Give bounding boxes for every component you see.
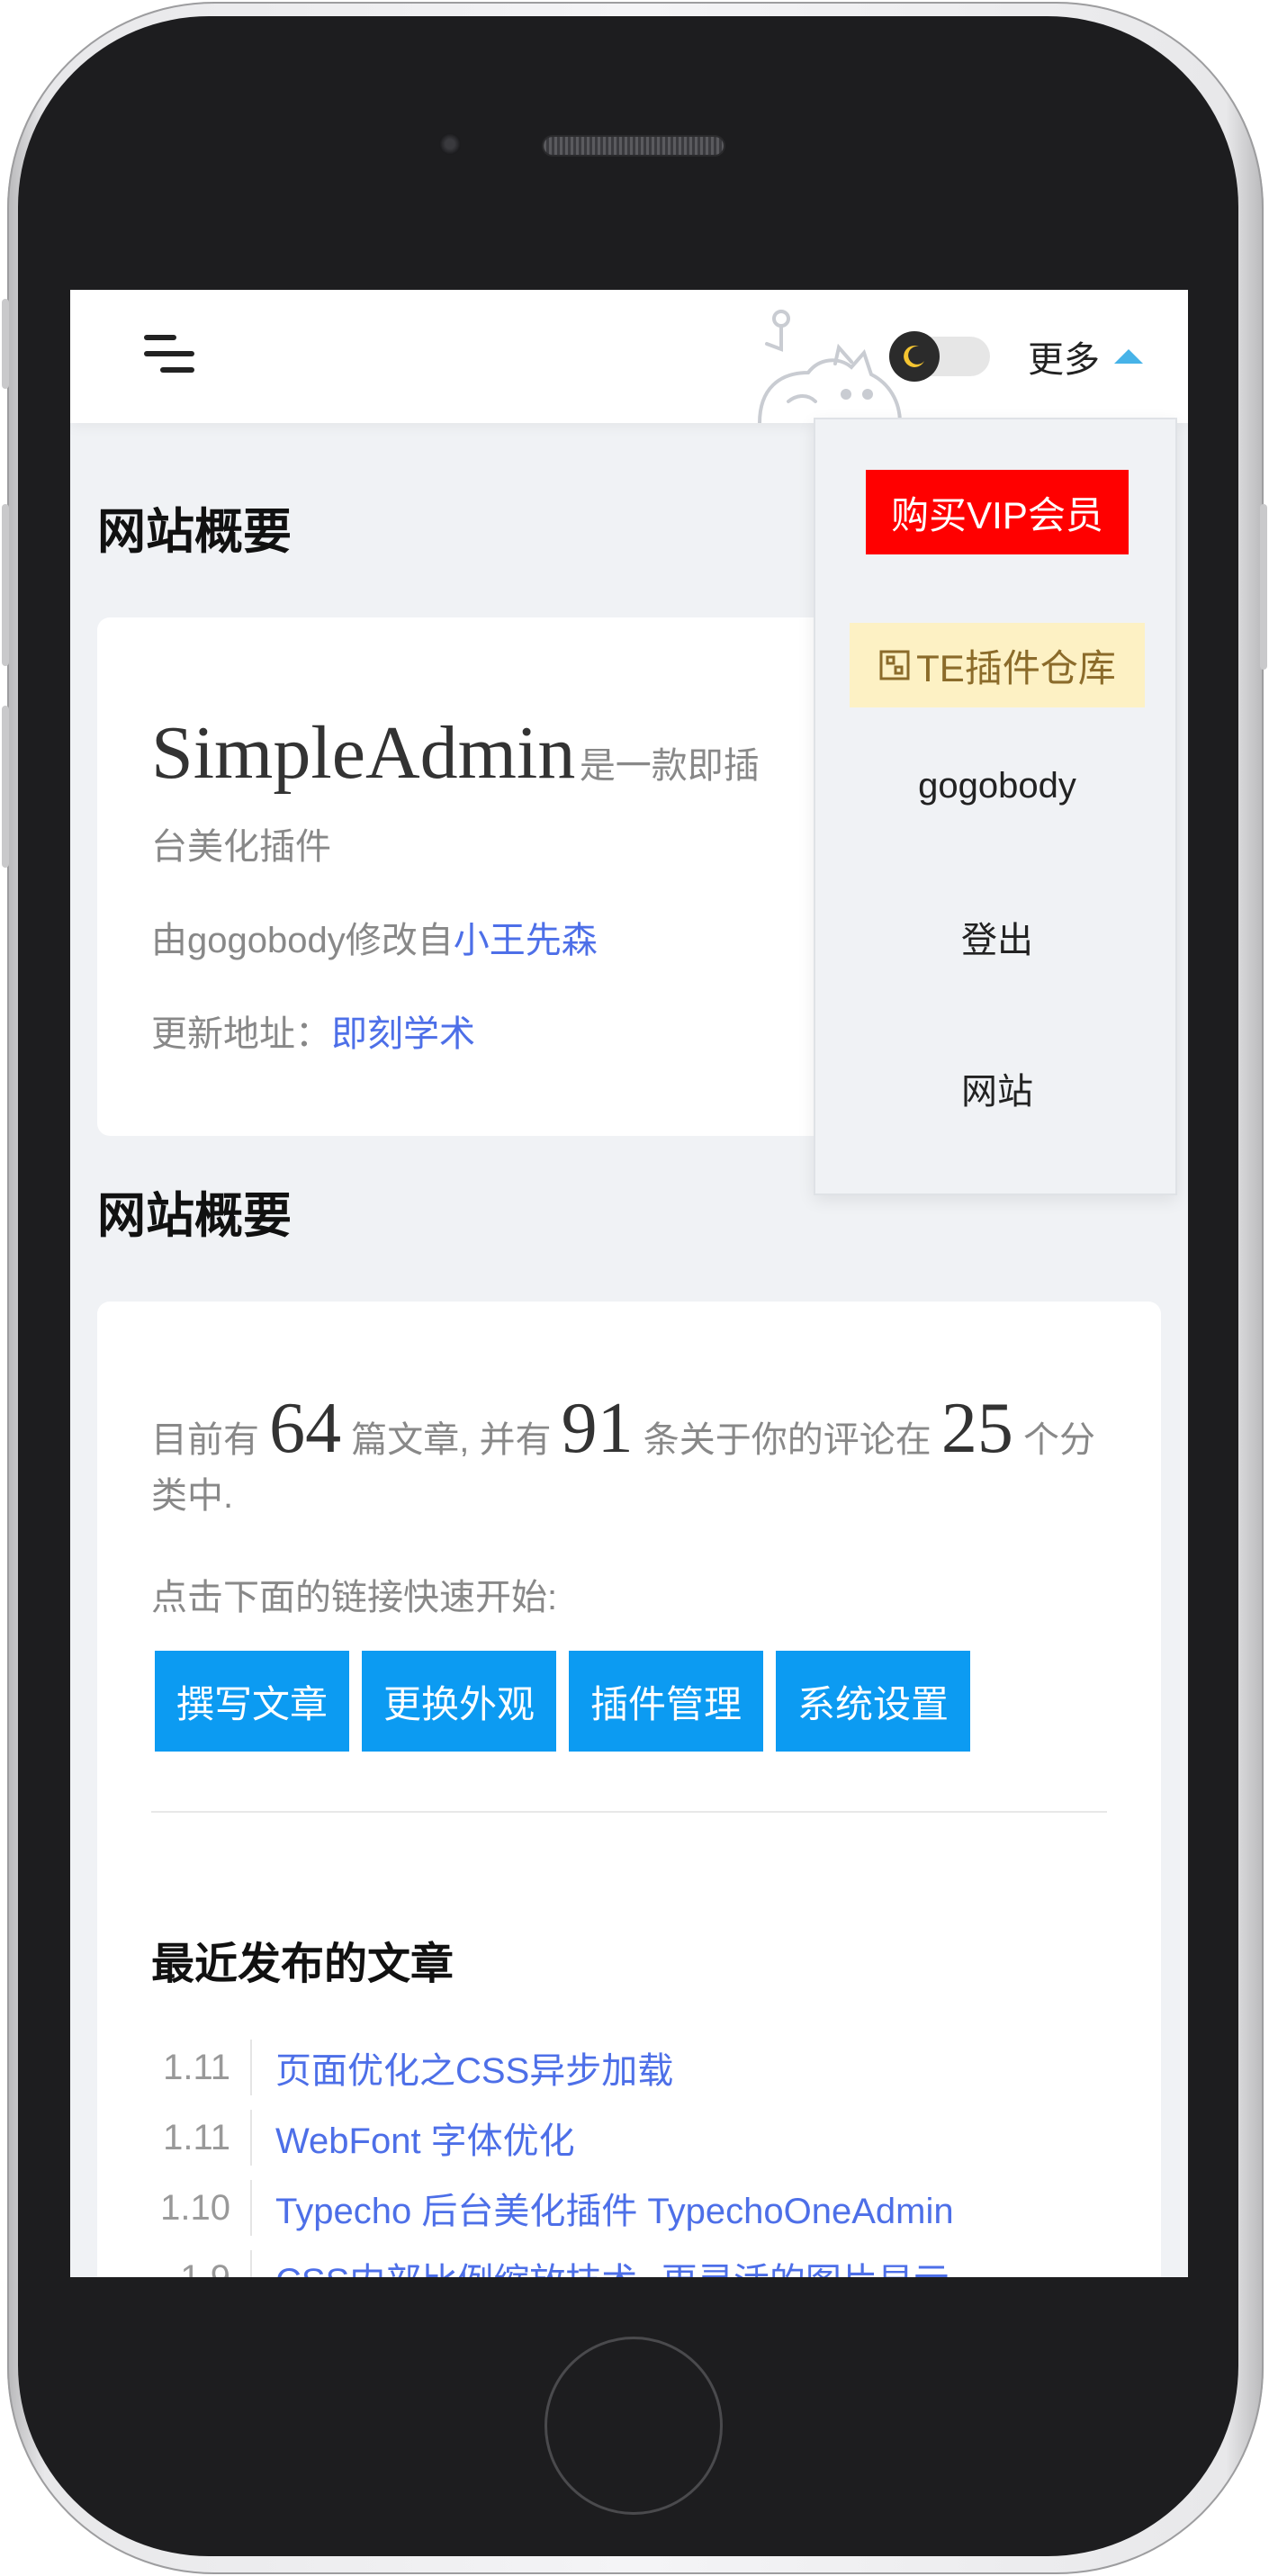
menu-icon[interactable] xyxy=(142,333,196,378)
plugin-heading: SimpleAdmin 是一款即插 xyxy=(151,709,760,797)
update-label: 更新地址： xyxy=(151,1014,331,1054)
section-title-intro: 网站概要 xyxy=(97,505,292,559)
recent-posts-list: 1.11 页面优化之CSS异步加载 1.11 WebFont 字体优化 1.10… xyxy=(151,2032,1123,2277)
site-menu-item[interactable]: 网站 xyxy=(815,1048,1179,1129)
comments-count: 91 xyxy=(561,1389,634,1468)
dark-mode-toggle[interactable] xyxy=(889,331,990,382)
moon-icon xyxy=(889,331,940,382)
post-link[interactable]: CSS内部比例缩放技术--更灵活的图片显示 xyxy=(252,2252,950,2277)
list-item: 1.10 Typecho 后台美化插件 TypechoOneAdmin xyxy=(151,2173,1123,2243)
list-item: 1.9 CSS内部比例缩放技术--更灵活的图片显示 xyxy=(151,2243,1123,2277)
screen: 更多 网站概要 SimpleAdmin 是一款即插 台美化插件 由gogobod… xyxy=(70,290,1188,2277)
power-button xyxy=(1260,504,1267,670)
summary-card: 目前有 64 篇文章, 并有 91 条关于你的评论在 25 个分类中. 点击下面… xyxy=(97,1302,1161,2277)
stats-text-2: 篇文章, 并有 xyxy=(351,1420,552,1460)
modified-prefix: 由gogobody修改自 xyxy=(151,921,454,960)
brand-desc-1: 是一款即插 xyxy=(579,746,760,786)
plugin-manage-button[interactable]: 插件管理 xyxy=(569,1651,763,1752)
logout-menu-item[interactable]: 登出 xyxy=(815,896,1179,977)
site-stats: 目前有 64 篇文章, 并有 91 条关于你的评论在 25 个分类中. xyxy=(151,1392,1123,1524)
plugin-store-label: TE插件仓库 xyxy=(916,646,1116,689)
divider xyxy=(151,1811,1107,1813)
author-link[interactable]: 小王先森 xyxy=(454,921,598,960)
front-camera xyxy=(439,133,461,155)
stats-text-1: 目前有 xyxy=(151,1420,259,1460)
quick-start-text: 点击下面的链接快速开始: xyxy=(151,1578,558,1617)
earpiece-speaker xyxy=(544,137,724,155)
post-date: 1.11 xyxy=(151,2040,252,2095)
modified-by: 由gogobody修改自小王先森 xyxy=(151,911,598,963)
top-navbar: 更多 xyxy=(70,290,1188,423)
user-menu-item[interactable]: gogobody xyxy=(815,745,1179,826)
plugin-store-icon xyxy=(879,650,910,680)
cat-doodle-icon xyxy=(758,310,902,423)
mute-switch xyxy=(2,299,9,389)
post-link[interactable]: 页面优化之CSS异步加载 xyxy=(252,2041,673,2094)
plugin-store-button[interactable]: TE插件仓库 xyxy=(850,623,1145,707)
more-menu-button[interactable]: 更多 xyxy=(1028,329,1143,383)
volume-up-button xyxy=(2,504,9,666)
categories-count: 25 xyxy=(940,1389,1013,1468)
section-title-summary: 网站概要 xyxy=(97,1189,292,1243)
more-dropdown-menu: 购买VIP会员 TE插件仓库 gogobody 登出 网站 xyxy=(814,418,1177,1195)
list-item: 1.11 WebFont 字体优化 xyxy=(151,2103,1123,2173)
update-link[interactable]: 即刻学术 xyxy=(331,1014,475,1054)
post-date: 1.9 xyxy=(151,2250,252,2277)
home-button[interactable] xyxy=(544,2337,723,2515)
caret-up-icon xyxy=(1114,349,1143,364)
more-label: 更多 xyxy=(1028,340,1100,380)
post-link[interactable]: WebFont 字体优化 xyxy=(252,2112,575,2164)
brand-name: SimpleAdmin xyxy=(151,711,576,795)
list-item: 1.11 页面优化之CSS异步加载 xyxy=(151,2032,1123,2103)
system-settings-button[interactable]: 系统设置 xyxy=(776,1651,970,1752)
buy-vip-button[interactable]: 购买VIP会员 xyxy=(866,470,1129,554)
recent-posts-title: 最近发布的文章 xyxy=(151,1941,454,1988)
write-post-button[interactable]: 撰写文章 xyxy=(155,1651,349,1752)
change-theme-button[interactable]: 更换外观 xyxy=(362,1651,556,1752)
stats-text-3: 条关于你的评论在 xyxy=(643,1420,932,1460)
posts-count: 64 xyxy=(269,1389,342,1468)
quick-actions: 撰写文章 更换外观 插件管理 系统设置 xyxy=(155,1651,970,1752)
post-date: 1.11 xyxy=(151,2110,252,2166)
post-date: 1.10 xyxy=(151,2180,252,2236)
update-address: 更新地址：即刻学术 xyxy=(151,1004,475,1057)
brand-desc-2: 台美化插件 xyxy=(151,827,331,867)
volume-down-button xyxy=(2,706,9,868)
post-link[interactable]: Typecho 后台美化插件 TypechoOneAdmin xyxy=(252,2182,954,2234)
